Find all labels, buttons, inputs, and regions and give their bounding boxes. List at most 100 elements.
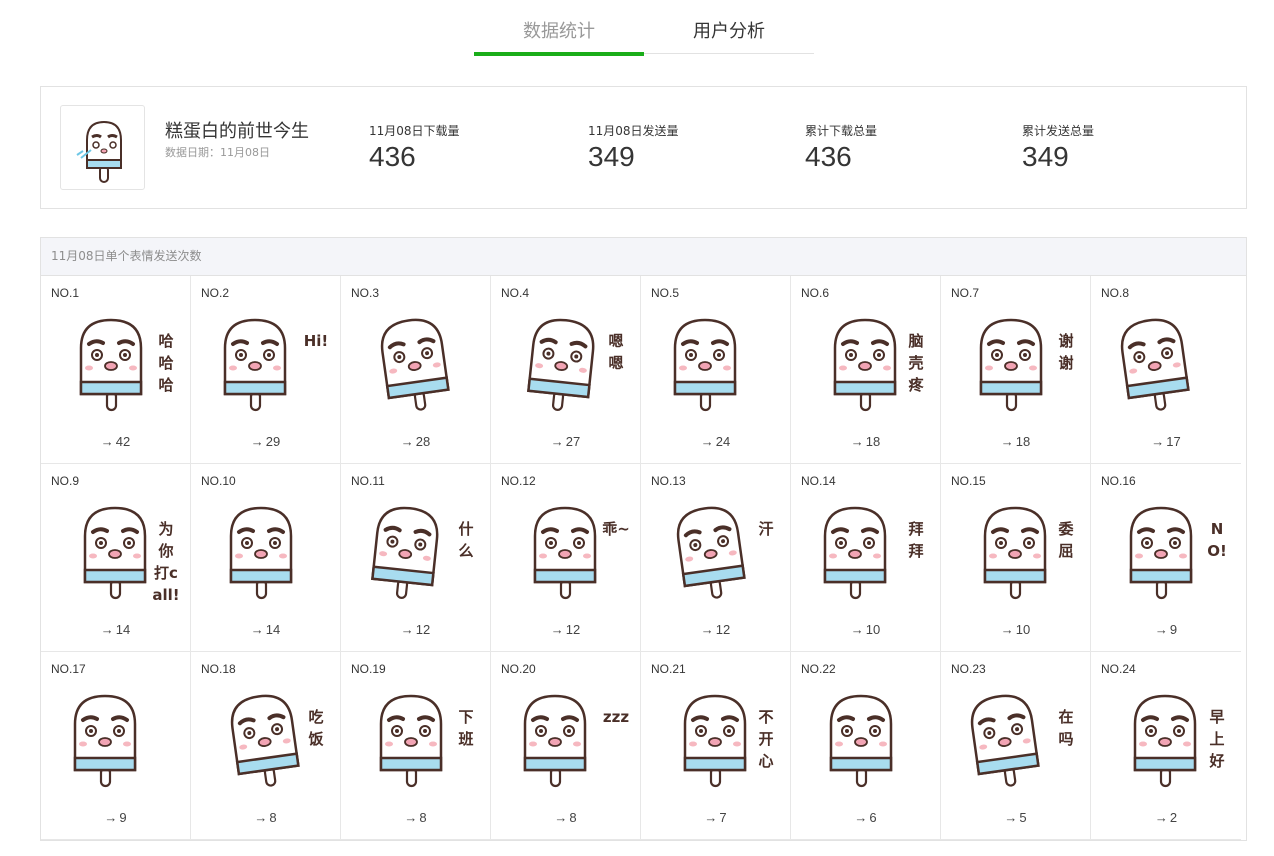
arrow-right-icon: → [400, 434, 414, 449]
popsicle-sticker-icon [223, 318, 287, 412]
sticker-cell[interactable]: NO.9 为你打call! → 14 [41, 464, 191, 652]
sticker-cell[interactable]: NO.18 吃饭 → 8 [191, 652, 341, 840]
sticker-caption: 拜拜 [908, 520, 924, 560]
popsicle-sticker-icon [1120, 318, 1190, 411]
arrow-right-icon: → [1000, 622, 1014, 637]
send-count-value: 12 [415, 622, 431, 637]
arrow-right-icon: → [1000, 434, 1014, 449]
arrow-right-icon: → [404, 810, 418, 825]
send-count: → 12 [341, 622, 490, 637]
sticker-cell[interactable]: NO.12 乖~ → 12 [491, 464, 641, 652]
sticker-number: NO.6 [801, 286, 830, 300]
send-count-value: 17 [1166, 434, 1181, 449]
sticker-number: NO.17 [51, 662, 86, 676]
send-count-value: 5 [1019, 810, 1027, 825]
sticker-cell[interactable]: NO.23 在吗 → 5 [941, 652, 1091, 840]
tab-data-stats[interactable]: 数据统计 [474, 14, 644, 56]
sticker-caption: 汗 [758, 520, 774, 538]
sticker-cell[interactable]: NO.22 → 6 [791, 652, 941, 840]
popsicle-sticker-icon [229, 506, 293, 600]
stat-value: 349 [1022, 141, 1069, 172]
tab-user-analysis[interactable]: 用户分析 [644, 14, 814, 54]
send-count-value: 18 [1015, 434, 1031, 449]
send-count: → 12 [491, 622, 640, 637]
arrow-right-icon: → [100, 434, 114, 449]
sticker-cell[interactable]: NO.20 zzz → 8 [491, 652, 641, 840]
send-count: → 42 [41, 434, 190, 449]
popsicle-sticker-icon [533, 506, 597, 600]
stat-value: 436 [369, 141, 416, 172]
sticker-cell[interactable]: NO.24 早上好 → 2 [1091, 652, 1241, 840]
sticker-number: NO.8 [1101, 286, 1130, 300]
sticker-cell[interactable]: NO.17 → 9 [41, 652, 191, 840]
sticker-cell[interactable]: NO.13 汗 → 12 [641, 464, 791, 652]
sticker-caption: 谢谢 [1058, 332, 1074, 372]
arrow-right-icon: → [1151, 434, 1165, 449]
sticker-caption: 在吗 [1058, 708, 1074, 748]
popsicle-sticker-icon [676, 506, 746, 599]
sticker-number: NO.21 [651, 662, 686, 676]
sticker-cell[interactable]: NO.15 委屈 → 10 [941, 464, 1091, 652]
send-count-value: 9 [119, 810, 127, 825]
send-count-value: 29 [265, 434, 281, 449]
sticker-cell[interactable]: NO.5 → 24 [641, 276, 791, 464]
send-count-value: 28 [415, 434, 431, 449]
sticker-number: NO.14 [801, 474, 836, 488]
sticker-number: NO.16 [1101, 474, 1136, 488]
sticker-cell[interactable]: NO.7 谢谢 → 18 [941, 276, 1091, 464]
sticker-cell[interactable]: NO.10 → 14 [191, 464, 341, 652]
popsicle-sticker-icon [523, 694, 587, 788]
sticker-number: NO.12 [501, 474, 536, 488]
sticker-cell[interactable]: NO.14 拜拜 → 10 [791, 464, 941, 652]
stat-label: 11月08日下载量 [369, 124, 460, 138]
send-count-value: 9 [1169, 622, 1178, 637]
sticker-cell[interactable]: NO.21 不开心 → 7 [641, 652, 791, 840]
sticker-number: NO.19 [351, 662, 386, 676]
arrow-right-icon: → [250, 622, 264, 637]
sticker-caption: Hi! [303, 332, 329, 350]
send-count: → 5 [941, 810, 1090, 825]
sticker-number: NO.22 [801, 662, 836, 676]
arrow-right-icon: → [104, 810, 118, 825]
arrow-right-icon: → [1004, 810, 1018, 825]
sticker-number: NO.1 [51, 286, 80, 300]
send-count: → 24 [641, 434, 790, 449]
sticker-cell[interactable]: NO.8 → 17 [1091, 276, 1241, 464]
sticker-cell[interactable]: NO.4 嗯嗯 → 27 [491, 276, 641, 464]
send-count: → 12 [641, 622, 790, 637]
stat-label: 11月08日发送量 [588, 124, 679, 138]
summary-card: 糕蛋白的前世今生 数据日期：11月08日 11月08日下载量 436 11月08… [40, 86, 1247, 209]
send-count: → 8 [341, 810, 490, 825]
sticker-cell[interactable]: NO.2 Hi! → 29 [191, 276, 341, 464]
stat-today-sends: 11月08日发送量 349 [588, 122, 679, 173]
send-count-value: 14 [115, 622, 131, 637]
sticker-cell[interactable]: NO.6 脑壳疼 → 18 [791, 276, 941, 464]
arrow-right-icon: → [554, 810, 568, 825]
send-count: → 10 [941, 622, 1090, 637]
pack-name: 糕蛋白的前世今生 [165, 121, 309, 142]
sticker-cell[interactable]: NO.1 哈哈哈 → 42 [41, 276, 191, 464]
sticker-number: NO.4 [501, 286, 530, 300]
sticker-cell[interactable]: NO.19 下班 → 8 [341, 652, 491, 840]
sticker-caption: 下班 [458, 708, 474, 748]
send-count: → 2 [1091, 810, 1241, 825]
send-count-value: 8 [569, 810, 577, 825]
sticker-grid: NO.1 哈哈哈 → 42 NO.2 Hi! → 29 NO.3 → 28 NO.4 嗯嗯 → 27 NO.5… [41, 276, 1241, 840]
popsicle-sticker-icon [673, 318, 737, 412]
sticker-number: NO.2 [201, 286, 230, 300]
sticker-cell[interactable]: NO.3 → 28 [341, 276, 491, 464]
sticker-cell[interactable]: NO.16 NO! → 9 [1091, 464, 1241, 652]
arrow-right-icon: → [250, 434, 264, 449]
sticker-caption: 什么 [458, 520, 474, 560]
sticker-caption: 乖~ [602, 520, 630, 538]
send-count-value: 42 [115, 434, 131, 449]
sticker-cell[interactable]: NO.11 什么 → 12 [341, 464, 491, 652]
arrow-right-icon: → [700, 622, 714, 637]
send-count: → 14 [191, 622, 340, 637]
stat-value: 349 [588, 141, 635, 172]
sticker-number: NO.18 [201, 662, 236, 676]
popsicle-sticker-icon [73, 694, 137, 788]
sticker-number: NO.7 [951, 286, 980, 300]
arrow-right-icon: → [400, 622, 414, 637]
send-count-value: 14 [265, 622, 281, 637]
